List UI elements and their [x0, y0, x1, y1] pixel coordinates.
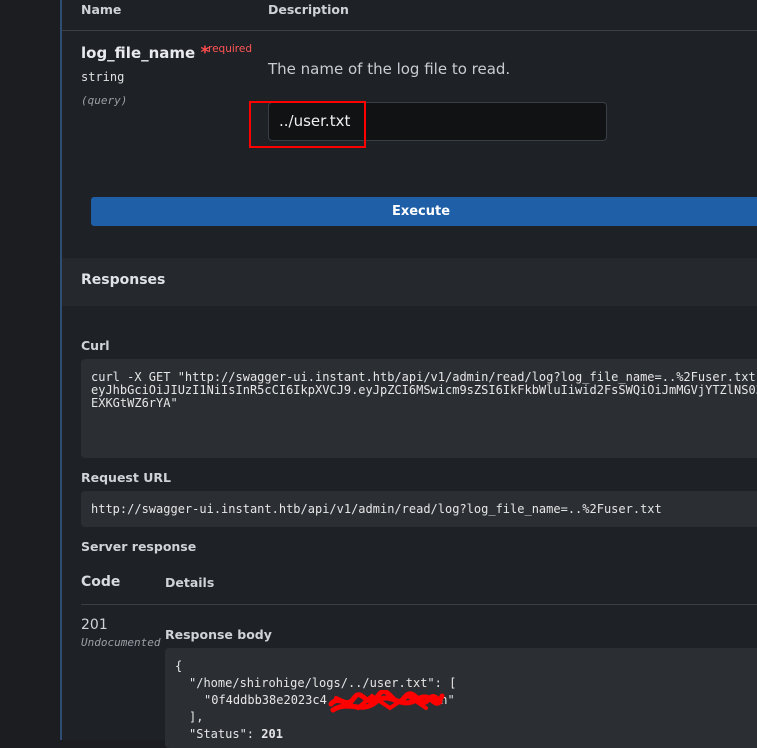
required-label: required: [208, 43, 252, 55]
response-body-label: Response body: [165, 627, 272, 642]
response-body-box[interactable]: { "/home/shirohige/logs/../user.txt": [ …: [165, 648, 757, 748]
parameter-description: The name of the log file to read.: [268, 60, 511, 78]
curl-line: eyJhbGciOiJIUzI1NiIsInR5cCI6IkpXVCJ9.eyJ…: [91, 383, 757, 397]
execute-button[interactable]: Execute: [91, 197, 757, 226]
response-code: 201: [81, 617, 108, 633]
parameter-location: (query): [81, 94, 128, 107]
server-response-label: Server response: [81, 539, 197, 554]
redaction-scribble: [328, 690, 445, 713]
curl-label: Curl: [81, 338, 110, 353]
body-status-line: "Status": 201: [189, 727, 283, 741]
request-url: http://swagger-ui.instant.htb/api/v1/adm…: [91, 502, 662, 516]
responses-header-band: [62, 258, 757, 306]
curl-box[interactable]: curl -X GET "http://swagger-ui.instant.h…: [81, 359, 757, 458]
undocumented-label: Undocumented: [81, 636, 161, 649]
body-value-start: "0f4ddbb38e2023c4: [204, 693, 327, 707]
code-header: Code: [81, 574, 121, 590]
details-header: Details: [165, 575, 215, 590]
header-divider: [62, 30, 757, 31]
body-key-line: "/home/shirohige/logs/../user.txt": [: [189, 676, 457, 690]
parameter-name-text: log_file_name: [81, 44, 196, 62]
left-rail: [0, 0, 60, 740]
request-url-label: Request URL: [81, 470, 171, 485]
parameter-type: string: [81, 70, 125, 84]
curl-line: curl -X GET "http://swagger-ui.instant.h…: [91, 370, 757, 384]
code-divider: [81, 604, 757, 605]
highlight-box: [249, 101, 366, 148]
body-open-brace: {: [175, 659, 183, 673]
body-close-array: ],: [189, 710, 204, 724]
status-value: 201: [261, 727, 283, 741]
parameter-name: log_file_name *: [81, 43, 209, 63]
request-url-box[interactable]: http://swagger-ui.instant.htb/api/v1/adm…: [81, 491, 757, 527]
column-header-description: Description: [268, 2, 349, 17]
curl-line: EXKGtWZ6rYA": [91, 396, 178, 410]
responses-title: Responses: [81, 272, 166, 288]
column-header-name: Name: [81, 2, 122, 17]
status-key: "Status":: [189, 727, 262, 741]
